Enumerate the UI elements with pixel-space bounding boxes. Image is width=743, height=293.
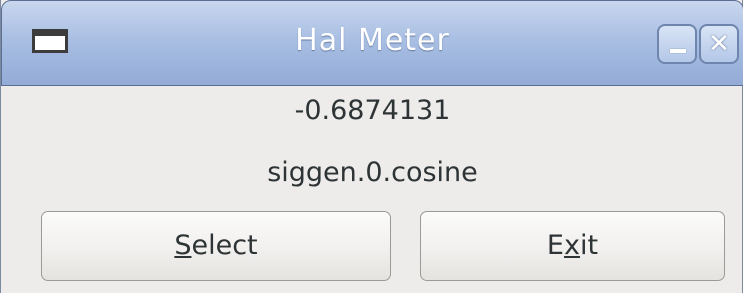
exit-label-after: it bbox=[579, 230, 599, 261]
pin-name-label: siggen.0.cosine bbox=[267, 157, 478, 188]
close-button[interactable]: ✕ bbox=[699, 24, 739, 64]
select-button[interactable]: Select bbox=[41, 211, 391, 281]
close-icon: ✕ bbox=[708, 29, 730, 59]
select-label-rest: elect bbox=[191, 230, 258, 261]
meter-value: -0.6874131 bbox=[294, 95, 451, 126]
exit-mnemonic: x bbox=[563, 230, 580, 261]
title-bar[interactable]: Hal Meter ✕ bbox=[1, 0, 743, 86]
select-mnemonic: S bbox=[174, 230, 192, 261]
exit-button[interactable]: Exit bbox=[420, 211, 725, 281]
minimize-icon bbox=[670, 49, 686, 53]
hal-meter-window: Hal Meter ✕ -0.6874131 siggen.0.cosine S… bbox=[0, 0, 743, 293]
exit-label-before: E bbox=[546, 230, 564, 261]
window-title: Hal Meter bbox=[295, 23, 450, 58]
minimize-button[interactable] bbox=[657, 24, 697, 64]
